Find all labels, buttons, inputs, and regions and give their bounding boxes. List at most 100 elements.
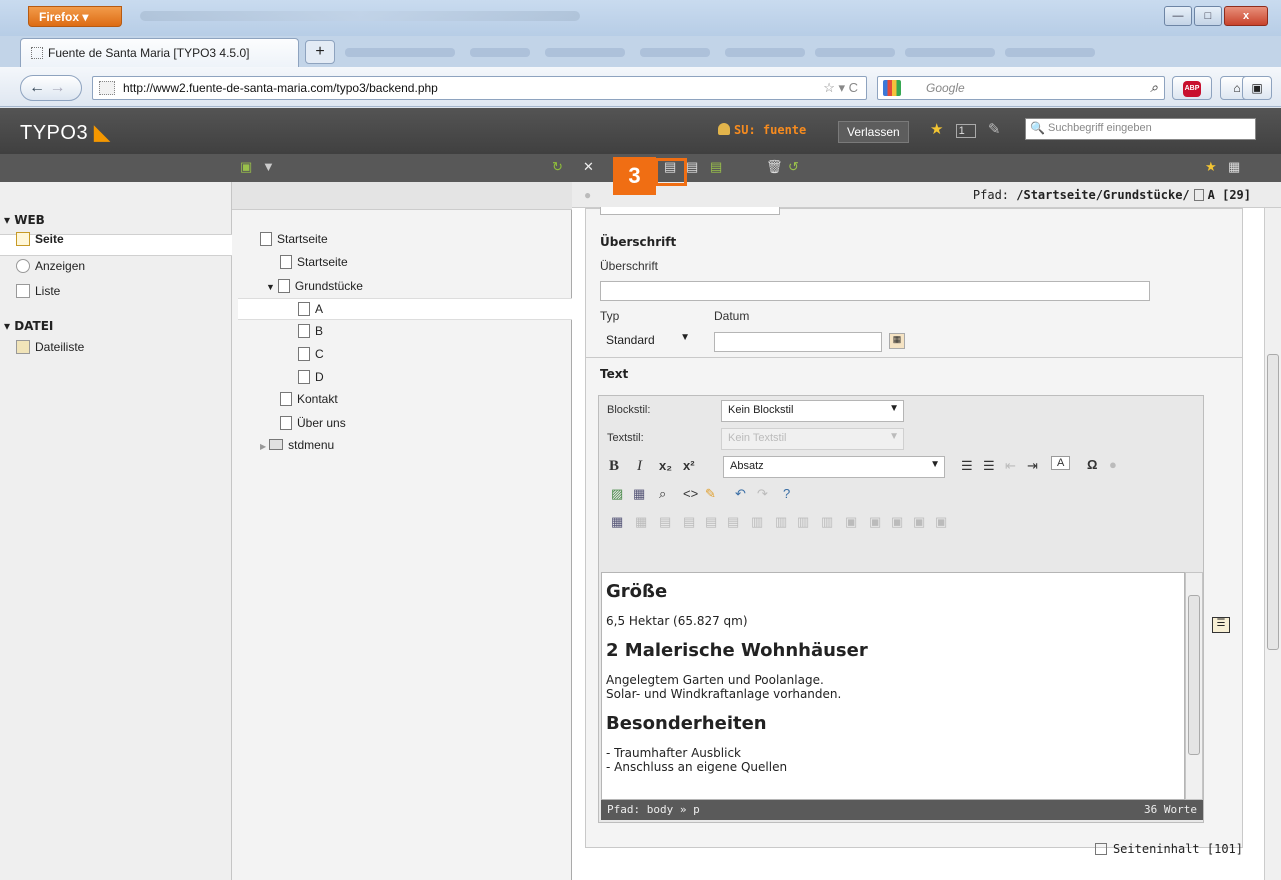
bold-icon[interactable]: B xyxy=(609,458,619,475)
back-forward-buttons[interactable]: ← → xyxy=(20,75,82,101)
expand-arrow-icon[interactable]: ▼ xyxy=(266,282,275,292)
save-and-close-icon[interactable]: ▤ xyxy=(686,159,698,175)
row-delete-icon[interactable]: ▤ xyxy=(705,514,717,530)
module-item-liste[interactable]: Liste xyxy=(16,284,60,298)
row-insert-icon[interactable]: ▤ xyxy=(659,514,671,530)
blurred-tab[interactable] xyxy=(905,48,995,57)
extension-button[interactable]: ▣ xyxy=(1242,76,1272,100)
type-select[interactable]: Standard ▼ xyxy=(600,330,700,352)
undo-icon[interactable]: ↶ xyxy=(735,486,746,502)
filter-icon[interactable]: ▼ xyxy=(262,159,275,174)
main-scrollbar[interactable] xyxy=(1264,208,1281,880)
forward-arrow-icon[interactable]: → xyxy=(49,79,65,96)
blockstyle-select[interactable]: Kein Blockstil ▼ xyxy=(721,400,904,422)
module-item-dateiliste[interactable]: Dateiliste xyxy=(16,340,84,354)
delete-icon[interactable]: 🗑 xyxy=(766,159,783,175)
maximize-button[interactable]: □ xyxy=(1194,6,1222,26)
editor-content[interactable]: Größe 6,5 Hektar (65.827 qm) 2 Malerisch… xyxy=(601,572,1185,800)
tree-node-b[interactable]: B xyxy=(298,324,323,338)
tree-node-c[interactable]: C xyxy=(298,347,324,361)
column-split-icon[interactable]: ▥ xyxy=(821,514,833,530)
row-insert-after-icon[interactable]: ▤ xyxy=(683,514,695,530)
html-mode-icon[interactable]: <> xyxy=(683,486,698,501)
tree-node-a[interactable]: A xyxy=(298,302,323,316)
search-icon[interactable]: ⌕ xyxy=(1150,79,1158,96)
blurred-tab[interactable] xyxy=(640,48,710,57)
tree-node-d[interactable]: D xyxy=(298,370,324,384)
table-properties-icon[interactable]: ▦ xyxy=(611,514,623,530)
tree-node-stdmenu[interactable]: ▶ stdmenu xyxy=(260,438,334,452)
header-input[interactable] xyxy=(600,281,1150,301)
save-and-new-icon[interactable]: ▤ xyxy=(710,159,722,175)
typo3-search-input[interactable]: 🔍 Suchbegriff eingeben xyxy=(1025,118,1256,140)
editor-scrollbar[interactable] xyxy=(1185,572,1203,800)
date-input[interactable] xyxy=(714,332,882,352)
shortcut-star-icon[interactable]: ★ xyxy=(1205,159,1217,175)
insert-table-icon[interactable]: ▦ xyxy=(633,486,645,502)
blurred-tab[interactable] xyxy=(345,48,455,57)
unordered-list-icon[interactable]: ☰ xyxy=(983,458,995,474)
refresh-icon[interactable]: ↻ xyxy=(552,159,563,175)
back-arrow-icon[interactable]: ← xyxy=(29,79,45,96)
text-color-icon[interactable]: A xyxy=(1051,456,1071,470)
tree-node-grundstuecke[interactable]: ▼ Grundstücke xyxy=(266,279,363,293)
google-logo-icon[interactable] xyxy=(883,80,901,96)
cell-merge-icon[interactable]: ▣ xyxy=(913,514,925,530)
superscript-icon[interactable]: x² xyxy=(683,458,695,473)
format-select[interactable]: Absatz ▼ xyxy=(723,456,945,478)
edit-document-icon[interactable]: ✎ xyxy=(988,121,1001,138)
outdent-icon[interactable]: ⇤ xyxy=(1005,458,1016,474)
module-item-anzeigen[interactable]: Anzeigen xyxy=(16,259,85,273)
tree-node-startseite[interactable]: Startseite xyxy=(280,255,348,269)
textstyle-select[interactable]: Kein Textstil ▼ xyxy=(721,428,904,450)
fullscreen-editor-icon[interactable]: ☰ xyxy=(1212,617,1230,633)
indent-icon[interactable]: ⇥ xyxy=(1027,458,1038,474)
subscript-icon[interactable]: x₂ xyxy=(659,458,672,473)
calendar-icon[interactable]: ▦ xyxy=(889,333,905,349)
tab-typo3[interactable]: Fuente de Santa Maria [TYPO3 4.5.0] xyxy=(20,38,299,67)
reload-icon[interactable]: C xyxy=(849,80,858,95)
row-split-icon[interactable]: ▤ xyxy=(727,514,739,530)
help-icon[interactable]: ? xyxy=(783,486,790,501)
url-bar[interactable]: http://www2.fuente-de-santa-maria.com/ty… xyxy=(92,76,867,100)
cell-split-icon[interactable]: ▣ xyxy=(935,514,947,530)
cell-insert-icon[interactable]: ▣ xyxy=(869,514,881,530)
help-icon[interactable]: ● xyxy=(584,188,591,202)
spellcheck-icon[interactable]: ● xyxy=(1109,457,1117,472)
close-icon[interactable]: ✕ xyxy=(583,159,594,175)
blurred-tab[interactable] xyxy=(815,48,895,57)
minimize-button[interactable]: — xyxy=(1164,6,1192,26)
blurred-tab[interactable] xyxy=(545,48,625,57)
bookmark-star-icon[interactable]: ☆ xyxy=(823,80,835,95)
blurred-tab[interactable] xyxy=(1005,48,1095,57)
tree-node-startseite-root[interactable]: Startseite xyxy=(260,232,328,246)
workspace-count-icon[interactable]: 1 xyxy=(955,124,976,138)
close-window-button[interactable]: x xyxy=(1224,6,1268,26)
blurred-tab[interactable] xyxy=(725,48,805,57)
cell-delete-icon[interactable]: ▣ xyxy=(891,514,903,530)
undo-icon[interactable]: ↺ xyxy=(788,159,799,175)
editor-scroll-thumb[interactable] xyxy=(1188,595,1200,755)
view-icon[interactable]: ▦ xyxy=(1228,159,1240,175)
blurred-tab[interactable] xyxy=(470,48,530,57)
tree-node-kontakt[interactable]: Kontakt xyxy=(280,392,338,406)
insert-image-icon[interactable]: ▨ xyxy=(611,486,623,502)
new-tab-button[interactable]: + xyxy=(305,40,335,64)
cell-properties-icon[interactable]: ▣ xyxy=(845,514,857,530)
tree-node-ueber-uns[interactable]: Über uns xyxy=(280,416,346,430)
special-char-icon[interactable]: Ω xyxy=(1087,457,1097,472)
exit-switch-user-button[interactable]: Verlassen xyxy=(838,121,909,143)
site-identity-icon[interactable] xyxy=(99,81,115,95)
adblock-button[interactable]: ABP xyxy=(1172,76,1212,100)
column-properties-icon[interactable]: ▥ xyxy=(751,514,763,530)
browser-search-input[interactable]: Google ⌕ xyxy=(877,76,1165,100)
collapse-arrow-icon[interactable]: ▶ xyxy=(260,442,266,451)
previous-field[interactable] xyxy=(600,207,780,215)
module-item-seite[interactable]: Seite xyxy=(16,232,64,246)
bookmark-star-icon[interactable]: ★ xyxy=(930,121,943,138)
new-page-icon[interactable]: ▣ xyxy=(240,159,252,175)
redo-icon[interactable]: ↷ xyxy=(757,486,768,502)
column-insert-icon[interactable]: ▥ xyxy=(775,514,787,530)
row-properties-icon[interactable]: ▦ xyxy=(635,514,647,530)
find-replace-icon[interactable]: ⌕ xyxy=(659,486,666,502)
